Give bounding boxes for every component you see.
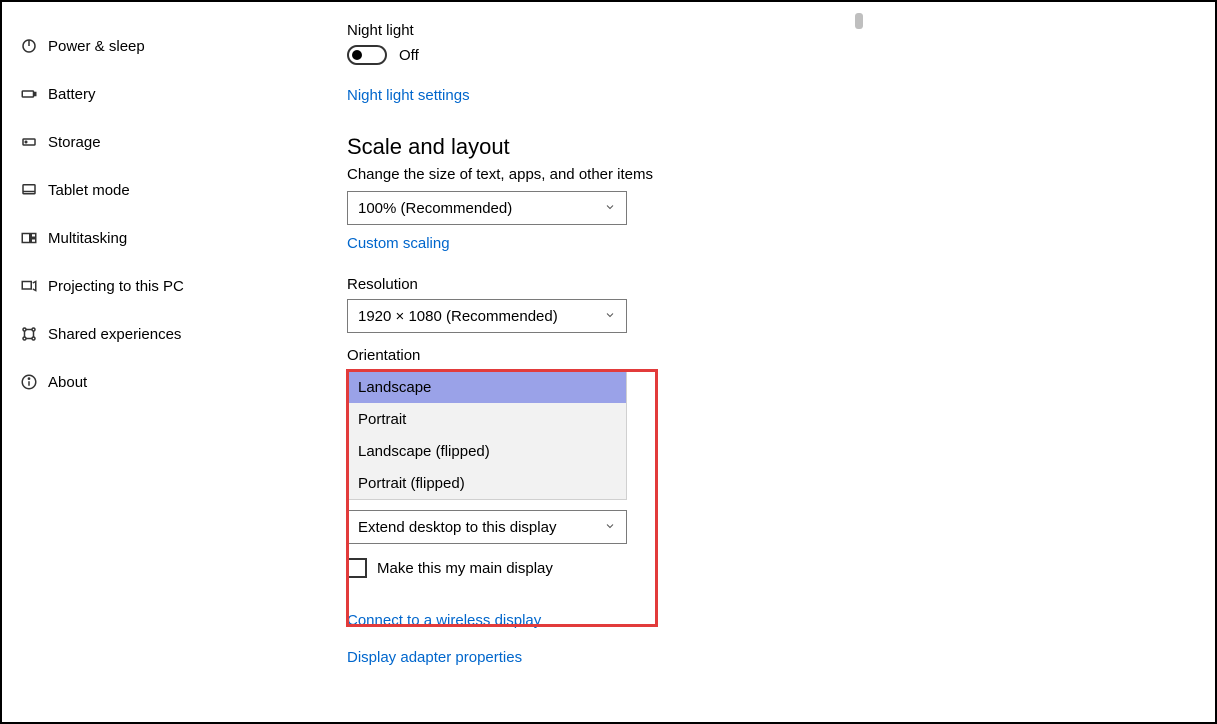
sidebar-item-label: Multitasking [48, 230, 127, 247]
multitasking-icon [20, 229, 48, 247]
sidebar-item-about[interactable]: About [20, 358, 302, 406]
info-icon [20, 373, 48, 391]
multi-display-select[interactable]: Extend desktop to this display [347, 510, 627, 544]
main-display-label: Make this my main display [377, 560, 553, 577]
night-light-state: Off [399, 47, 419, 64]
orientation-option-landscape-flipped[interactable]: Landscape (flipped) [348, 435, 626, 467]
shared-icon [20, 325, 48, 343]
orientation-dropdown[interactable]: Landscape Portrait Landscape (flipped) P… [347, 370, 627, 500]
resolution-select[interactable]: 1920 × 1080 (Recommended) [347, 299, 627, 333]
resolution-label: Resolution [347, 276, 1047, 293]
orientation-option-portrait[interactable]: Portrait [348, 403, 626, 435]
sidebar-item-projecting[interactable]: Projecting to this PC [20, 262, 302, 310]
scrollbar-thumb[interactable] [855, 13, 863, 29]
custom-scaling-link[interactable]: Custom scaling [347, 235, 450, 252]
orientation-option-landscape[interactable]: Landscape [348, 371, 626, 403]
settings-sidebar: Power & sleep Battery Storage Tablet mod… [2, 22, 302, 406]
power-icon [20, 37, 48, 55]
tablet-icon [20, 181, 48, 199]
storage-icon [20, 133, 48, 151]
sidebar-item-label: Tablet mode [48, 182, 130, 199]
multi-display-value: Extend desktop to this display [358, 519, 556, 536]
sidebar-item-label: Battery [48, 86, 96, 103]
orientation-option-portrait-flipped[interactable]: Portrait (flipped) [348, 467, 626, 499]
scale-size-label: Change the size of text, apps, and other… [347, 166, 1047, 183]
main-display-checkbox[interactable] [347, 558, 367, 578]
sidebar-item-label: About [48, 374, 87, 391]
projecting-icon [20, 277, 48, 295]
night-light-label: Night light [347, 22, 1047, 39]
resolution-value: 1920 × 1080 (Recommended) [358, 308, 558, 325]
sidebar-item-label: Shared experiences [48, 326, 181, 343]
sidebar-item-multitasking[interactable]: Multitasking [20, 214, 302, 262]
scale-size-select[interactable]: 100% (Recommended) [347, 191, 627, 225]
sidebar-item-power-sleep[interactable]: Power & sleep [20, 22, 302, 70]
chevron-down-icon [604, 308, 616, 325]
sidebar-item-label: Projecting to this PC [48, 278, 184, 295]
battery-icon [20, 85, 48, 103]
sidebar-item-battery[interactable]: Battery [20, 70, 302, 118]
scale-size-value: 100% (Recommended) [358, 200, 512, 217]
night-light-toggle[interactable] [347, 45, 387, 65]
sidebar-item-shared-experiences[interactable]: Shared experiences [20, 310, 302, 358]
adapter-properties-link[interactable]: Display adapter properties [347, 649, 522, 666]
scale-layout-heading: Scale and layout [347, 134, 1047, 160]
night-light-settings-link[interactable]: Night light settings [347, 87, 470, 104]
sidebar-item-label: Storage [48, 134, 101, 151]
connect-wireless-link[interactable]: Connect to a wireless display [347, 612, 541, 629]
display-settings-content: Night light Off Night light settings Sca… [347, 8, 1047, 676]
sidebar-item-label: Power & sleep [48, 38, 145, 55]
chevron-down-icon [604, 200, 616, 217]
sidebar-item-tablet-mode[interactable]: Tablet mode [20, 166, 302, 214]
sidebar-item-storage[interactable]: Storage [20, 118, 302, 166]
orientation-label: Orientation [347, 347, 1047, 364]
chevron-down-icon [604, 519, 616, 536]
